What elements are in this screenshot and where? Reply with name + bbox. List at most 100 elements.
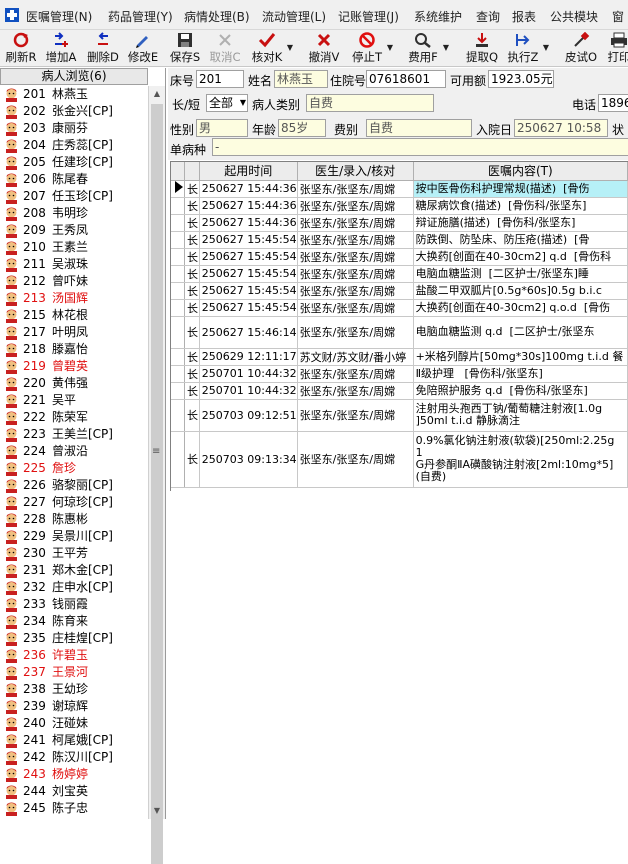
row-indicator[interactable] [171,399,185,432]
row-indicator[interactable] [171,248,185,266]
admit-date-field[interactable]: 250627 10:58 [514,119,608,137]
patient-list-item[interactable]: 225 詹珍 [0,460,148,477]
fee-category-field[interactable]: 自费 [366,119,472,137]
patient-list-item[interactable]: 230 王平芳 [0,545,148,562]
patient-list-scrollbar[interactable]: ▲ ≡ ▼ [148,86,165,864]
menu-item-order-mgmt[interactable]: 医嘱管理(N) [26,8,92,25]
patient-list-item[interactable]: 210 王素兰 [0,239,148,256]
admission-no-field[interactable]: 07618601 [366,70,446,88]
menu-item-query[interactable]: 查询 [476,8,500,25]
patient-list-item[interactable]: 237 王景河 [0,664,148,681]
order-row[interactable]: 长 250703 09:12:51 张坚东/张坚东/周嫦 注射用头孢西丁钠/葡萄糖注射… [171,399,628,432]
patient-list-item[interactable]: 222 陈荣军 [0,409,148,426]
patient-list-item[interactable]: 202 张金兴[CP] [0,103,148,120]
scroll-thumb[interactable] [151,104,163,864]
patient-list-item[interactable]: 215 林花根 [0,307,148,324]
patient-list-item[interactable]: 213 汤国辉 [0,290,148,307]
patient-list-item[interactable]: 211 吴淑珠 [0,256,148,273]
row-indicator[interactable] [171,214,185,232]
row-indicator[interactable] [171,180,185,198]
order-row[interactable]: 长 250703 09:13:34 张坚东/张坚东/周嫦 0.9%氯化钠注射液(软袋)… [171,431,628,488]
patient-list-item[interactable]: 243 杨婷婷 [0,766,148,783]
execute-dropdown-icon[interactable]: ▼ [543,43,549,52]
menu-item-common[interactable]: 公共模块 [550,8,598,25]
patient-list-item[interactable]: 235 庄桂煌[CP] [0,630,148,647]
patient-list-item[interactable]: 239 谢琼辉 [0,698,148,715]
patient-list-item[interactable]: 217 叶明凤 [0,324,148,341]
verify-dropdown-icon[interactable]: ▼ [287,43,293,52]
order-row[interactable]: 长 250627 15:45:54 张坚东/张坚东/周嫦 大换药[创面在40-30cm… [171,248,628,266]
patient-list-item[interactable]: 206 陈尾春 [0,171,148,188]
patient-list-item[interactable]: 240 汪碰妹 [0,715,148,732]
patient-list-item[interactable]: 208 韦明珍 [0,205,148,222]
order-row[interactable]: 长 250627 15:45:54 张坚东/张坚东/周嫦 防跌倒、防坠床、防压疮(描述… [171,231,628,249]
cancel-button[interactable]: 取消C [208,32,242,65]
patient-list-item[interactable]: 226 骆黎丽[CP] [0,477,148,494]
patient-list-item[interactable]: 220 黄伟强 [0,375,148,392]
patient-list-item[interactable]: 241 柯尾娥[CP] [0,732,148,749]
order-row[interactable]: 长 250627 15:44:36 张坚东/张坚东/周嫦 糖尿病饮食(描述) [骨伤科… [171,197,628,215]
order-row[interactable]: 长 250627 15:45:54 张坚东/张坚东/周嫦 盐酸二甲双胍片[0.5g*6… [171,282,628,300]
verify-button[interactable]: 核对K ▼ [250,32,293,65]
row-indicator[interactable] [171,431,185,488]
save-button[interactable]: 保存S [168,32,202,65]
age-field[interactable]: 85岁 [278,119,326,137]
fee-button[interactable]: 费用F ▼ [406,32,449,65]
patient-list-item[interactable]: 205 任建珍[CP] [0,154,148,171]
execute-button[interactable]: 执行Z ▼ [506,32,549,65]
sex-field[interactable]: 男 [196,119,248,137]
patient-list-item[interactable]: 209 王秀凤 [0,222,148,239]
patient-list-item[interactable]: 231 郑木金[CP] [0,562,148,579]
available-field[interactable]: 1923.05元 [488,70,554,88]
menu-item-flow-mgmt[interactable]: 流动管理(L) [262,8,326,25]
patient-list-item[interactable]: 228 陈惠彬 [0,511,148,528]
patient-list-item[interactable]: 201 林燕玉 [0,86,148,103]
print-button[interactable]: 打印 [604,32,628,65]
stop-dropdown-icon[interactable]: ▼ [387,43,393,52]
patient-list-item[interactable]: 223 王美兰[CP] [0,426,148,443]
stop-button[interactable]: 停止T ▼ [350,32,393,65]
add-button[interactable]: 增加A [44,32,78,65]
row-indicator[interactable] [171,265,185,283]
menu-item-condition[interactable]: 病情处理(B) [184,8,250,25]
start-time-header[interactable]: 起用时间 [199,162,298,181]
menu-item-billing-mgmt[interactable]: 记账管理(J) [338,8,399,25]
fee-dropdown-icon[interactable]: ▼ [443,43,449,52]
order-row[interactable]: 长 250627 15:45:54 张坚东/张坚东/周嫦 电脑血糖监测 [二区护士/张… [171,265,628,283]
order-row[interactable]: 长 250627 15:46:14 张坚东/张坚东/周嫦 电脑血糖监测 q.d [二区… [171,316,628,349]
bed-field[interactable]: 201 [196,70,244,88]
revoke-button[interactable]: 撤消V [306,32,342,65]
row-indicator[interactable] [171,231,185,249]
menu-item-system[interactable]: 系统维护 [414,8,462,25]
order-row[interactable]: 长 250629 12:11:17 苏文财/苏文财/番小婷 +米格列醇片[50mg*3… [171,348,628,366]
scroll-up-arrow-icon[interactable]: ▲ [149,86,165,102]
patient-list-item[interactable]: 244 刘宝英 [0,783,148,800]
order-row[interactable]: 长 250701 10:44:32 张坚东/张坚东/周嫦 免陪照护服务 q.d [骨伤… [171,382,628,400]
order-row[interactable]: 长 250701 10:44:32 张坚东/张坚东/周嫦 Ⅱ级护理 [骨伤科/张坚东] [171,365,628,383]
edit-button[interactable]: 修改E [126,32,160,65]
row-indicator[interactable] [171,382,185,400]
extract-button[interactable]: 提取Q [464,32,500,65]
patient-list-item[interactable]: 233 钱丽霞 [0,596,148,613]
patient-list-item[interactable]: 203 康丽芬 [0,120,148,137]
content-header[interactable]: 医嘱内容(T) [413,162,628,181]
row-indicator[interactable] [171,282,185,300]
row-indicator[interactable] [171,316,185,349]
row-indicator[interactable] [171,365,185,383]
menu-item-drug-mgmt[interactable]: 药品管理(Y) [108,8,173,25]
chevron-down-icon[interactable]: ▼ [240,95,246,111]
name-field[interactable]: 林燕玉 [274,70,328,88]
patient-list-item[interactable]: 229 吴景川[CP] [0,528,148,545]
patient-list-item[interactable]: 238 王幼珍 [0,681,148,698]
order-row[interactable]: 长 250627 15:44:36 张坚东/张坚东/周嫦 按中医骨伤科护理常规(描述)… [171,180,628,198]
row-indicator[interactable] [171,348,185,366]
scroll-down-arrow-icon[interactable]: ▼ [149,803,165,819]
menu-item-report[interactable]: 报表 [512,8,536,25]
row-indicator[interactable] [171,299,185,317]
phone-field[interactable]: 1896 [598,94,628,112]
skin-test-button[interactable]: 皮试O [564,32,598,65]
order-row[interactable]: 长 250627 15:44:36 张坚东/张坚东/周嫦 辩证施膳(描述) [骨伤科/… [171,214,628,232]
patient-list-item[interactable]: 207 任玉珍[CP] [0,188,148,205]
delete-button[interactable]: 删除D [86,32,120,65]
doctor-header[interactable]: 医生/录入/核对 [297,162,414,181]
